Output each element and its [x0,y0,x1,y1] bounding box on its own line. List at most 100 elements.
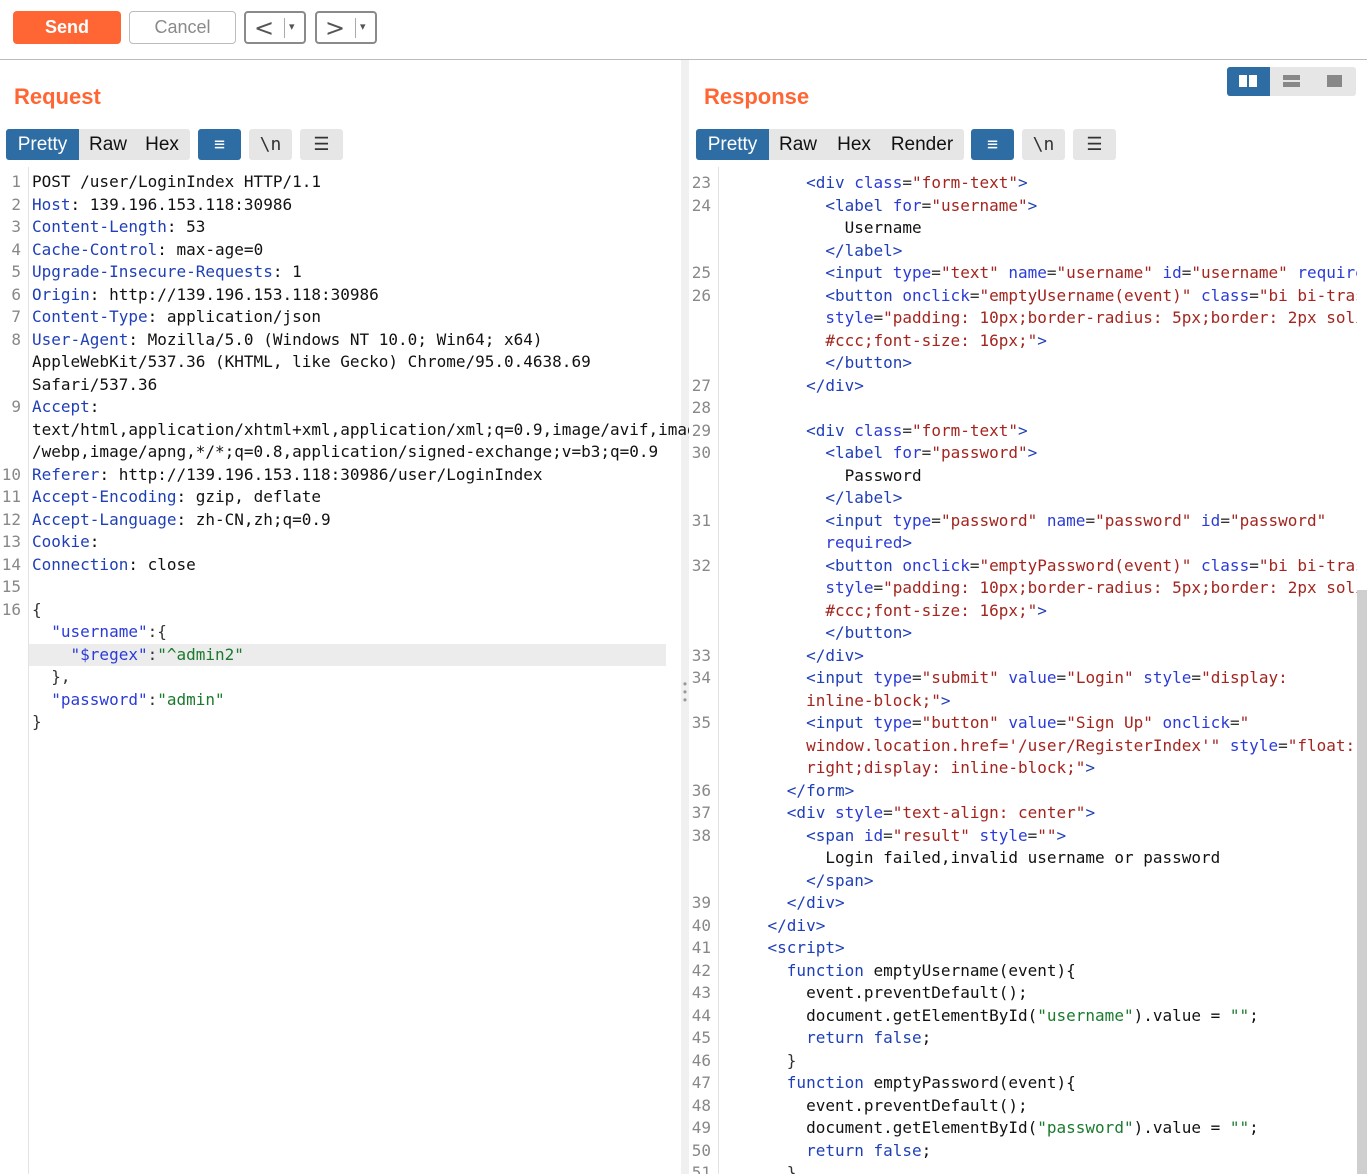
back-button[interactable]: < ▾ [244,11,306,44]
tab-raw[interactable]: Raw [81,129,135,160]
line-number [0,621,21,644]
menu-icon[interactable]: ☰ [1073,129,1116,160]
chevron-right-icon: > [325,14,346,42]
tab-pretty[interactable]: Pretty [6,129,79,160]
pane-splitter[interactable] [681,60,689,1174]
line-number [0,689,21,712]
wrap-icon[interactable]: ≡ [971,129,1014,160]
line-number [689,600,711,623]
code-line: </button> [729,353,913,372]
line-number: 33 [691,645,711,665]
code-line: <div class="form-text"> [729,173,1028,192]
code-line: } [729,1163,797,1174]
line-number [689,690,711,713]
request-editor[interactable]: 1 POST /user/LoginIndex HTTP/1.1 2 Host: 13… [0,167,706,1174]
code-line: <script> [729,938,845,957]
line-number: 23 [691,173,711,192]
code-line: Origin: http://139.196.153.118:30986 [32,284,379,304]
code-line: </button> [729,623,913,642]
code-line: <input type="password" name="password" i… [729,510,1327,530]
cancel-button[interactable]: Cancel [129,11,236,44]
tab-pretty[interactable]: Pretty [696,129,769,160]
code-line: return false; [729,1028,932,1047]
line-number [0,374,21,397]
code-line: AppleWebKit/537.36 (KHTML, like Gecko) C… [32,352,591,371]
line-number: 14 [1,554,21,574]
line-number: 46 [691,1050,711,1070]
code-line: required> [729,533,913,552]
response-editor[interactable]: 23 <div class="form-text"> 24 <label for=… [689,167,1357,1174]
code-line: User-Agent: Mozilla/5.0 (Windows NT 10.0… [32,329,543,349]
line-number [689,870,711,893]
line-number [689,577,711,600]
line-number: 38 [691,825,711,845]
line-number: 16 [1,599,21,619]
code-line: Content-Length: 53 [32,217,206,236]
code-line: } [32,712,42,731]
menu-icon[interactable]: ☰ [300,129,343,160]
line-number [689,330,711,353]
code-line: Accept: [32,397,100,416]
line-number: 40 [691,915,711,935]
code-line: Content-Type: application/json [32,307,321,326]
layout-toggle [1227,67,1356,96]
code-line: Password [729,465,922,485]
line-number: 43 [691,983,711,1002]
code-line: inline-block;"> [729,690,951,710]
code-line: Host: 139.196.153.118:30986 [32,194,293,214]
line-number: 28 [691,398,711,417]
line-number: 36 [691,780,711,800]
scrollbar[interactable] [1357,590,1367,1174]
line-number: 32 [691,555,711,575]
code-line: </label> [729,488,903,507]
line-number: 34 [691,668,711,687]
split-view-icon[interactable] [1227,67,1270,96]
line-number [0,666,21,689]
dropdown-icon[interactable]: ▾ [360,20,366,33]
line-number: 12 [1,509,21,529]
line-number [0,419,21,442]
code-line: #ccc;font-size: 16px;"> [729,330,1047,350]
newline-icon[interactable]: \n [1022,129,1065,160]
code-line: <input type="button" value="Sign Up" onc… [729,713,1250,732]
line-number: 41 [691,938,711,957]
forward-button[interactable]: > ▾ [315,11,377,44]
send-button[interactable]: Send [13,11,121,44]
single-view-icon[interactable] [1313,67,1356,96]
line-number [689,532,711,555]
line-number [0,351,21,374]
response-heading: Response [704,84,810,109]
tab-hex[interactable]: Hex [827,129,881,160]
line-number [689,307,711,330]
code-line: text/html,application/xhtml+xml,applicat… [32,419,707,439]
line-number [689,622,711,645]
line-number: 27 [691,375,711,395]
code-line: function emptyUsername(event){ [729,960,1076,980]
code-line: Cookie: [32,532,100,551]
stacked-view-icon[interactable] [1270,67,1313,96]
code-line: Login failed,invalid username or passwor… [729,848,1221,867]
tab-raw[interactable]: Raw [771,129,825,160]
tab-render[interactable]: Render [883,129,961,160]
code-line: Safari/537.36 [32,374,158,394]
tab-hex[interactable]: Hex [137,129,187,160]
line-number: 49 [691,1118,711,1137]
line-number: 50 [691,1140,711,1160]
divider [355,18,356,38]
code-line: <button onclick="emptyPassword(event)" c… [729,555,1357,575]
code-line: <input type="text" name="username" id="u… [729,263,1357,282]
newline-icon[interactable]: \n [249,129,292,160]
dropdown-icon[interactable]: ▾ [289,20,295,33]
line-number: 29 [691,420,711,440]
response-tabs: Pretty Raw Hex Render [696,129,964,160]
splitter-grip-icon[interactable]: • • • [681,678,689,706]
code-line: #ccc;font-size: 16px;"> [729,600,1047,620]
code-line: <span id="result" style=""> [729,825,1067,845]
code-line: POST /user/LoginIndex HTTP/1.1 [32,172,321,191]
line-number: 35 [691,713,711,732]
line-number: 31 [691,510,711,530]
code-line: Cache-Control: max-age=0 [32,239,264,259]
line-number: 48 [691,1095,711,1115]
wrap-icon[interactable]: ≡ [198,129,241,160]
line-number [689,487,711,510]
